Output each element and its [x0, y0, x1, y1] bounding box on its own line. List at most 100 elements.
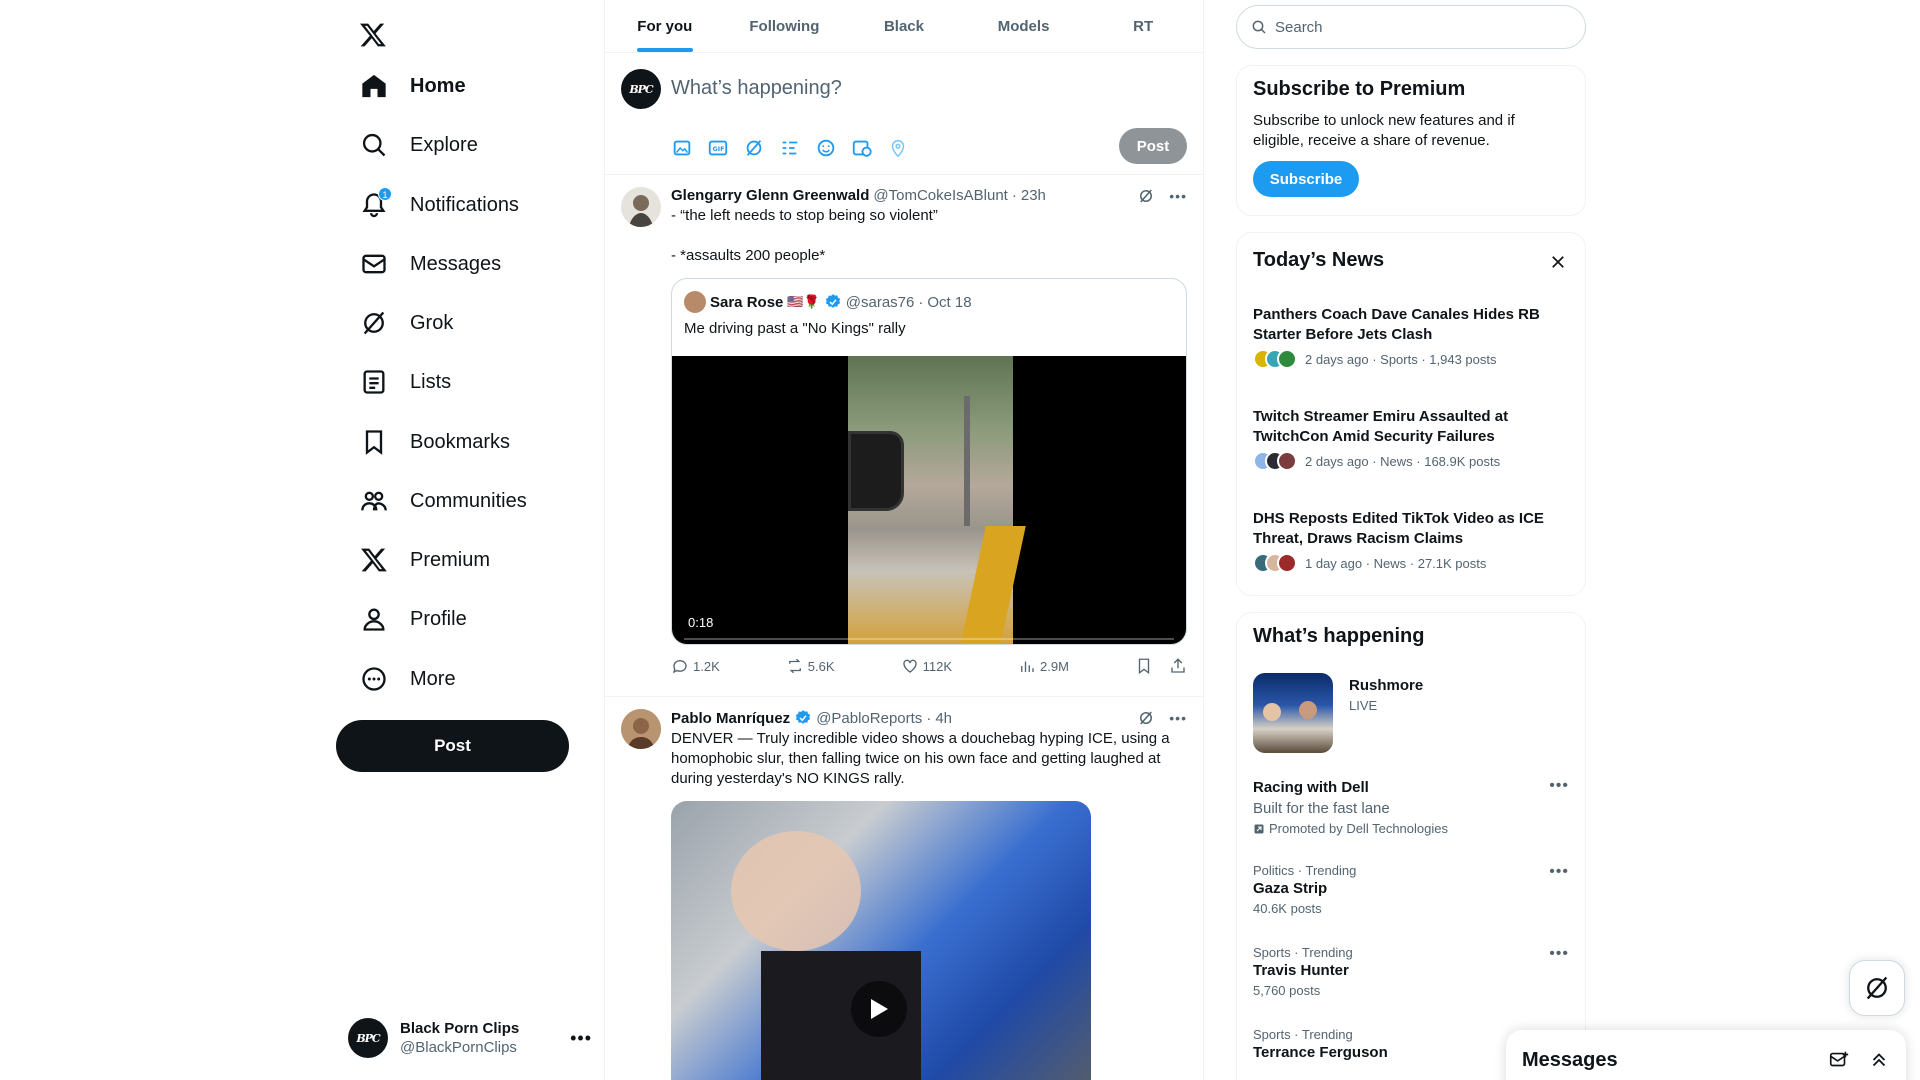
bookmark-icon [360, 428, 388, 456]
location-icon[interactable] [887, 137, 909, 159]
tab-for-you[interactable]: For you [605, 0, 725, 52]
nav-communities[interactable]: Communities [348, 475, 539, 527]
grok-icon[interactable] [1137, 187, 1155, 205]
trend-item[interactable]: Politics · Trending Gaza Strip 40.6K pos… [1253, 863, 1569, 916]
bookmark-icon[interactable] [1135, 657, 1153, 675]
repost-button[interactable]: 5.6K [786, 657, 835, 675]
tweet-time[interactable]: 23h [1021, 187, 1046, 204]
nav-label: Premium [410, 548, 491, 571]
tab-following[interactable]: Following [725, 0, 845, 52]
chevron-up-icon[interactable] [1868, 1049, 1890, 1071]
tweet-time[interactable]: 4h [935, 710, 952, 727]
more-dots-icon[interactable]: ••• [1549, 945, 1569, 963]
envelope-icon [360, 250, 388, 278]
news-meta: 2 days ago · News · 168.9K posts [1305, 453, 1501, 469]
emoji-icon[interactable] [815, 137, 837, 159]
nav-lists[interactable]: Lists [348, 356, 463, 408]
live-status: LIVE [1349, 698, 1378, 713]
poll-icon[interactable] [779, 137, 801, 159]
tab-rt[interactable]: RT [1083, 0, 1203, 52]
search-icon [360, 131, 388, 159]
nav-grok[interactable]: Grok [348, 297, 465, 349]
account-switcher[interactable]: BPC Black Porn Clips @BlackPornClips ••• [336, 1010, 604, 1066]
like-button[interactable]: 112K [901, 657, 952, 675]
news-headline: DHS Reposts Edited TikTok Video as ICE T… [1253, 510, 1544, 547]
news-headline: Twitch Streamer Emiru Assaulted at Twitc… [1253, 408, 1509, 445]
feed-tabs: For you Following Black Models RT [605, 0, 1203, 53]
views-button[interactable]: 2.9M [1018, 657, 1069, 675]
tab-black[interactable]: Black [844, 0, 964, 52]
nav-profile[interactable]: Profile [348, 593, 479, 645]
more-dots-icon[interactable]: ••• [1169, 710, 1187, 726]
close-icon[interactable] [1549, 253, 1567, 271]
composer-post-button[interactable]: Post [1119, 128, 1187, 164]
live-info[interactable]: Rushmore LIVE [1349, 677, 1423, 713]
nav-explore[interactable]: Explore [348, 119, 490, 171]
author-handle[interactable]: @TomCokeIsABlunt [873, 187, 1007, 204]
image-icon[interactable] [671, 137, 693, 159]
video-player[interactable]: 0:18 [672, 356, 1186, 644]
premium-title: Subscribe to Premium [1253, 78, 1466, 100]
nav-home[interactable]: Home [348, 60, 478, 112]
tab-models[interactable]: Models [964, 0, 1084, 52]
more-dots-icon[interactable]: ••• [570, 1028, 592, 1049]
reply-button[interactable]: 1.2K [671, 657, 720, 675]
nav-label: Explore [410, 133, 478, 156]
like-count: 112K [922, 658, 952, 674]
avatar: BPC [621, 69, 661, 109]
video-progress-bar[interactable] [684, 638, 1174, 640]
grok-icon[interactable] [743, 137, 765, 159]
live-thumbnail[interactable] [1253, 673, 1333, 753]
subscribe-button[interactable]: Subscribe [1253, 161, 1359, 197]
author-handle: @saras76 [845, 293, 915, 311]
x-logo-icon[interactable] [348, 10, 398, 60]
schedule-icon[interactable] [851, 137, 873, 159]
avatar[interactable] [621, 709, 661, 749]
search-icon [1251, 19, 1267, 35]
news-meta-row: 1 day ago · News · 27.1K posts [1253, 553, 1569, 573]
more-dots-icon[interactable]: ••• [1549, 863, 1569, 881]
messages-drawer[interactable]: Messages [1506, 1030, 1906, 1080]
news-item[interactable]: Panthers Coach Dave Canales Hides RB Sta… [1253, 305, 1569, 369]
tweet-body: Pablo Manríquez @PabloReports · 4h ••• D… [671, 709, 1187, 1080]
nav-bookmarks[interactable]: Bookmarks [348, 416, 522, 468]
video-player[interactable] [671, 801, 1091, 1080]
main-feed: For you Following Black Models RT BPC Wh… [604, 0, 1204, 1080]
grok-icon[interactable] [1137, 709, 1155, 727]
nav-label: Messages [410, 252, 502, 275]
nav-messages[interactable]: Messages [348, 238, 513, 290]
author-handle[interactable]: @PabloReports [816, 710, 922, 727]
trend-item[interactable]: Sports · Trending Travis Hunter 5,760 po… [1253, 945, 1569, 998]
search-placeholder: Search [1275, 18, 1323, 36]
new-message-icon[interactable] [1828, 1049, 1850, 1071]
post-button[interactable]: Post [336, 720, 569, 772]
avatar[interactable] [621, 187, 661, 227]
news-item[interactable]: Twitch Streamer Emiru Assaulted at Twitc… [1253, 407, 1569, 471]
share-icon[interactable] [1169, 657, 1187, 675]
nav-premium[interactable]: Premium [348, 534, 502, 586]
quote-tweet[interactable]: Sara Rose 🇺🇸🌹 @saras76 · Oct 18 Me drivi… [671, 278, 1187, 645]
nav-more[interactable]: More [348, 653, 468, 705]
nav-notifications[interactable]: 1 Notifications [348, 179, 531, 231]
tweet[interactable]: Glengarry Glenn Greenwald @TomCokeIsABlu… [605, 175, 1203, 697]
account-name: Black Porn Clips [400, 1020, 520, 1037]
nav-label: Communities [410, 489, 527, 512]
composer-input[interactable]: What’s happening? [671, 77, 842, 100]
news-headline: Panthers Coach Dave Canales Hides RB Sta… [1253, 306, 1540, 343]
tweet[interactable]: Pablo Manríquez @PabloReports · 4h ••• D… [605, 697, 1203, 1080]
more-dots-icon[interactable]: ••• [1169, 188, 1187, 204]
people-icon [360, 487, 388, 515]
grok-float-button[interactable] [1849, 960, 1905, 1016]
more-dots-icon[interactable]: ••• [1549, 777, 1569, 795]
promoted-trend[interactable]: Racing with Dell Built for the fast lane… [1253, 777, 1569, 836]
play-button[interactable] [851, 981, 907, 1037]
whats-happening-title: What’s happening [1253, 625, 1425, 647]
author-name[interactable]: Glengarry Glenn Greenwald [671, 187, 869, 204]
video-frame [731, 831, 861, 951]
news-item[interactable]: DHS Reposts Edited TikTok Video as ICE T… [1253, 509, 1569, 573]
tweet-header: Pablo Manríquez @PabloReports · 4h [671, 709, 1187, 727]
gif-icon[interactable]: GIF [707, 137, 729, 159]
road-curb [960, 526, 1026, 644]
search-input[interactable]: Search [1236, 5, 1586, 49]
author-name[interactable]: Pablo Manríquez [671, 710, 790, 727]
